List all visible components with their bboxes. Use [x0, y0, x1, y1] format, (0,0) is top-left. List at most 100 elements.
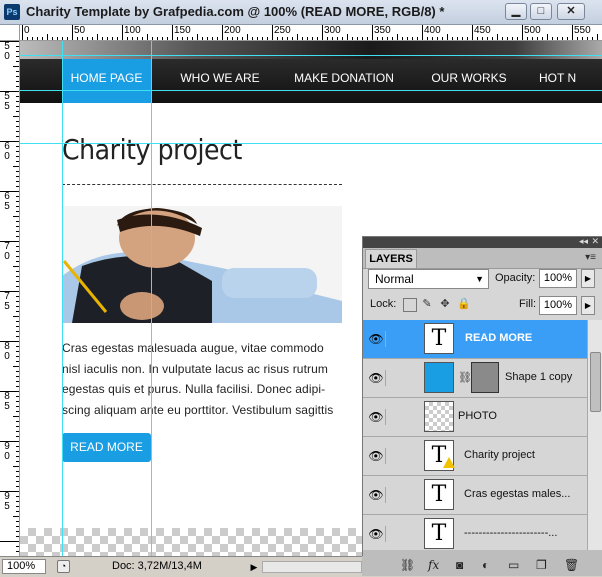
status-info-icon[interactable]: ◔ — [57, 560, 70, 573]
ruler-origin[interactable] — [0, 25, 20, 41]
nav-item-our-works[interactable]: OUR WORKS — [424, 59, 514, 103]
ruler-tick — [522, 25, 523, 40]
close-panel-icon[interactable]: ✕ — [591, 236, 599, 247]
ruler-tick — [16, 306, 19, 307]
visibility-eye-icon[interactable]: 👁 — [367, 526, 386, 542]
status-menu-arrow-icon[interactable]: ▶ — [248, 560, 260, 574]
blend-mode-select[interactable]: Normal ▼ — [368, 269, 489, 289]
ruler-tick — [16, 156, 19, 157]
panel-menu-icon[interactable]: ▾≡ — [585, 252, 596, 263]
visibility-eye-icon[interactable]: 👁 — [367, 409, 386, 425]
photoshop-app-icon[interactable]: Ps — [4, 4, 20, 20]
layer-dashes[interactable]: 👁 T -----------------------... — [363, 515, 587, 550]
layer-list: 👁 T READ MORE 👁 ⛓ Shape 1 copy 👁 PHOTO 👁… — [363, 320, 587, 550]
opacity-input[interactable]: 100% — [539, 269, 577, 288]
fx-icon[interactable]: fx — [428, 558, 439, 572]
visibility-eye-icon[interactable]: 👁 — [367, 370, 386, 386]
layer-photo[interactable]: 👁 PHOTO — [363, 398, 587, 437]
ruler-tick — [512, 37, 513, 40]
ruler-tick — [16, 506, 19, 507]
ruler-tick — [252, 37, 253, 40]
folder-icon[interactable]: ▭ — [508, 558, 519, 572]
vector-mask-thumb — [471, 362, 499, 393]
ruler-tick — [227, 37, 228, 40]
guide-horizontal[interactable] — [20, 143, 602, 144]
ruler-tick — [13, 266, 19, 267]
visibility-eye-icon[interactable]: 👁 — [367, 448, 386, 464]
ruler-top-label: 500 — [524, 25, 541, 36]
ruler-tick — [16, 206, 19, 207]
boy-writing-photo — [62, 206, 342, 323]
ruler-tick — [282, 37, 283, 40]
guide-vertical[interactable] — [151, 41, 152, 556]
collapse-icon[interactable]: ◂◂ — [579, 236, 588, 247]
ruler-tick — [37, 37, 38, 40]
ruler-tick — [122, 25, 123, 40]
ruler-tick — [242, 37, 243, 40]
ruler-tick — [16, 536, 19, 537]
ruler-tick — [0, 41, 19, 42]
ruler-tick — [352, 37, 353, 40]
adjustment-icon[interactable]: ◐ — [482, 558, 489, 572]
nav-item-hot-news[interactable]: HOT N — [539, 59, 599, 103]
fill-slider-arrow-icon[interactable]: ▶ — [581, 296, 595, 315]
opacity-slider-arrow-icon[interactable]: ▶ — [581, 269, 595, 288]
ruler-left-label: 65 — [4, 191, 10, 212]
ruler-tick — [462, 37, 463, 40]
raster-thumb-icon — [424, 401, 454, 432]
lock-pixels-icon[interactable]: ✎ — [421, 298, 433, 310]
ruler-tick — [317, 37, 318, 40]
ruler-tick — [13, 66, 19, 67]
guide-horizontal[interactable] — [20, 55, 602, 56]
ruler-tick — [0, 491, 19, 492]
restore-button[interactable]: □ — [530, 3, 552, 20]
ruler-tick — [16, 471, 19, 472]
trash-icon[interactable]: 🗑 — [564, 558, 579, 572]
ruler-left-label: 75 — [4, 291, 10, 312]
layer-cras-egestas[interactable]: 👁 T Cras egestas males... — [363, 476, 587, 515]
ruler-tick — [387, 37, 388, 40]
ruler-tick — [492, 37, 493, 40]
link-chain-icon[interactable]: ⛓ — [458, 371, 472, 384]
ruler-tick — [107, 37, 108, 40]
horizontal-scrollbar[interactable] — [262, 561, 362, 573]
body-line: egestas quis et purus. Nulla facilisi. D… — [62, 382, 326, 396]
tab-layers[interactable]: LAYERS — [365, 249, 417, 268]
lock-all-icon[interactable]: 🔒 — [457, 298, 471, 310]
mask-icon[interactable]: ◙ — [456, 558, 463, 572]
nav-item-make-donation[interactable]: MAKE DONATION — [292, 59, 396, 103]
ruler-tick — [92, 37, 93, 40]
ruler-tick — [16, 161, 19, 162]
lock-position-icon[interactable]: ✥ — [439, 298, 451, 310]
ruler-tick — [16, 171, 19, 172]
scrollbar-thumb[interactable] — [590, 352, 601, 412]
ruler-tick — [532, 37, 533, 40]
layer-charity-project[interactable]: 👁 T Charity project — [363, 437, 587, 476]
close-button[interactable]: ✕ — [557, 3, 585, 20]
ruler-tick — [582, 37, 583, 40]
horizontal-ruler[interactable]: 0 50 100 150 200 250 300 350 400 450 500 550 — [20, 25, 602, 41]
guide-horizontal[interactable] — [20, 90, 602, 91]
fill-input[interactable]: 100% — [539, 296, 577, 315]
vertical-ruler[interactable]: 50 55 60 65 70 75 80 85 90 95 — [0, 41, 20, 556]
layer-shape-1-copy[interactable]: 👁 ⛓ Shape 1 copy — [363, 359, 587, 398]
heading-divider — [62, 184, 342, 185]
layer-read-more[interactable]: 👁 T READ MORE — [363, 320, 587, 359]
ruler-tick — [202, 37, 203, 40]
doc-size-info[interactable]: Doc: 3,72M/13,4M — [112, 560, 202, 572]
panel-header-strip[interactable]: ◂◂ ✕ — [363, 236, 602, 248]
ruler-tick — [16, 136, 19, 137]
nav-item-who-we-are[interactable]: WHO WE ARE — [170, 59, 270, 103]
layers-scrollbar[interactable] — [587, 320, 602, 550]
zoom-input[interactable]: 100% — [2, 559, 46, 574]
ruler-tick — [16, 511, 19, 512]
link-icon[interactable]: ⛓ — [400, 558, 415, 572]
lock-transparency-icon[interactable] — [403, 298, 417, 312]
nav-item-home[interactable]: HOME PAGE — [62, 59, 151, 103]
visibility-eye-icon[interactable]: 👁 — [367, 331, 386, 347]
guide-vertical[interactable] — [62, 41, 63, 556]
visibility-eye-icon[interactable]: 👁 — [367, 487, 386, 503]
read-more-button[interactable]: READ MORE — [62, 433, 151, 462]
minimize-button[interactable]: ▁ — [505, 3, 527, 20]
new-layer-icon[interactable]: ❐ — [536, 558, 547, 572]
